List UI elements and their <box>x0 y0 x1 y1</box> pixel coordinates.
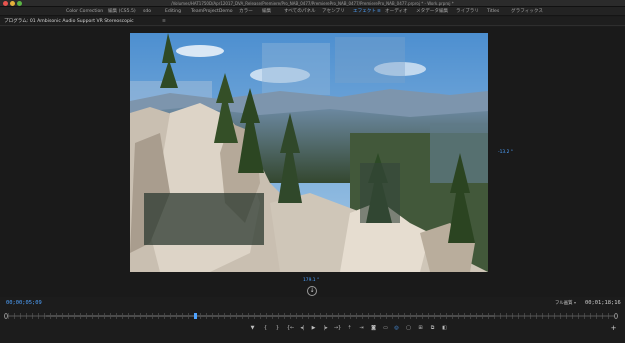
workspace-tab[interactable]: カラー <box>239 7 253 16</box>
vr-video-button[interactable]: ◎ <box>392 324 401 333</box>
multicam-button[interactable]: ⊞ <box>416 324 425 333</box>
workspace-tab[interactable]: グラフィックス <box>511 7 543 16</box>
workspace-tab[interactable]: Titles <box>487 7 499 16</box>
vr-orientation-icon[interactable]: ↓ <box>307 286 317 296</box>
time-ruler[interactable] <box>4 313 618 319</box>
workspace-tab[interactable]: TeamProjectDemo <box>191 7 233 16</box>
workspace-tab[interactable]: Color Correction <box>66 7 103 16</box>
step-back-button[interactable]: ◂| <box>298 324 307 333</box>
workspace-tab[interactable]: Editing <box>165 7 181 16</box>
vr-horizontal-rotation[interactable]: 179.1 ° <box>303 278 319 283</box>
play-button[interactable]: ▶ <box>309 324 318 333</box>
go-to-in-button[interactable]: {← <box>286 324 295 333</box>
workspace-tab[interactable]: 編集 <box>262 7 271 16</box>
vr-vertical-rotation[interactable]: -13.2 ° <box>498 150 513 155</box>
panel-menu-icon[interactable]: ≡ <box>162 17 166 26</box>
window-title: /Volumes/HAT1750D/Apr12017_DVA_Release/P… <box>171 1 454 6</box>
workspace-tab[interactable]: メタデータ編集 <box>416 7 448 16</box>
zoom-handle-right[interactable] <box>614 313 618 319</box>
workspace-tab[interactable]: 編集 (CS5.5) <box>108 7 136 16</box>
playhead[interactable] <box>194 313 197 319</box>
workspace-menu-icon[interactable]: ≡ <box>377 7 381 16</box>
export-frame-button[interactable]: ◙ <box>369 324 378 333</box>
current-timecode[interactable]: 00;00;05;09 <box>6 300 42 306</box>
lift-button[interactable]: ⇡ <box>345 324 354 333</box>
zoom-range-bar[interactable] <box>46 315 494 317</box>
settings-button[interactable]: ◧ <box>440 324 449 333</box>
button-editor-add-button[interactable]: + <box>609 324 618 333</box>
step-forward-button[interactable]: |▸ <box>321 324 330 333</box>
proxy-toggle-button[interactable]: ⧉ <box>428 324 437 333</box>
program-monitor-title[interactable]: プログラム: 01 Ambisonic Audio Support VR Ste… <box>4 17 134 26</box>
program-monitor: -13.2 ° 179.1 ° ↓ <box>0 27 625 297</box>
playback-resolution-select[interactable]: フル画質 ▾ <box>555 300 576 306</box>
workspace-tab[interactable]: ライブラリ <box>456 7 479 16</box>
window-titlebar: /Volumes/HAT1750D/Apr12017_DVA_Release/P… <box>0 0 625 7</box>
vr-video-frame[interactable] <box>130 33 488 272</box>
mountain-vr-scene <box>130 33 488 272</box>
go-to-out-button[interactable]: →} <box>333 324 342 333</box>
program-monitor-header: プログラム: 01 Ambisonic Audio Support VR Ste… <box>0 17 625 26</box>
mark-in-button[interactable]: { <box>261 324 270 333</box>
chevron-down-icon: ▾ <box>573 300 576 305</box>
playback-resolution-value: フル画質 <box>555 301 573 306</box>
workspace-tab[interactable]: すべてのパネル <box>284 7 316 16</box>
safe-margins-button[interactable]: ▢ <box>404 324 413 333</box>
extract-button[interactable]: ⇥ <box>357 324 366 333</box>
workspaces-bar: Color Correction 編集 (CS5.5) sdo Editing … <box>0 7 625 16</box>
workspace-tab-effects[interactable]: エフェクト <box>353 7 376 16</box>
workspace-tab[interactable]: オーディオ <box>385 7 408 16</box>
comparison-view-button[interactable]: ▭ <box>381 324 390 333</box>
workspace-tab[interactable]: アセンブリ <box>322 7 345 16</box>
add-marker-button[interactable]: ▼ <box>248 324 257 333</box>
mark-out-button[interactable]: } <box>273 324 282 333</box>
zoom-handle-left[interactable] <box>4 313 8 319</box>
duration-timecode: 00;01;18;16 <box>585 300 621 306</box>
workspace-tab[interactable]: sdo <box>143 7 151 16</box>
transport-controls: ▼ { } {← ◂| ▶ |▸ →} ⇡ ⇥ ◙ ▭ ◎ ▢ ⊞ ⧉ ◧ + <box>0 322 625 336</box>
